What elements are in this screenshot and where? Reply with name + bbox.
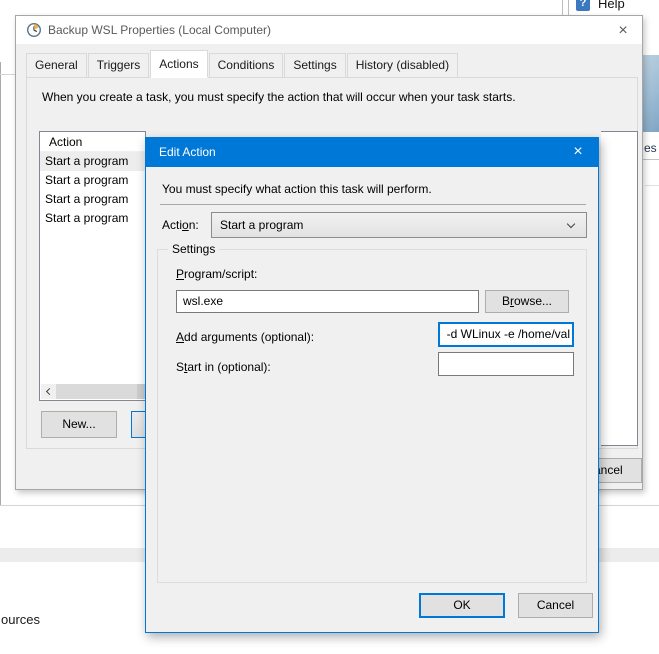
background-pane-border xyxy=(0,62,1,505)
screen: ? Help es ources Backup WSL Properties (… xyxy=(0,0,659,654)
start-in-label: Start in (optional): xyxy=(176,360,271,374)
tab-general[interactable]: General xyxy=(26,53,87,77)
ok-button[interactable]: OK xyxy=(419,593,505,618)
background-separator xyxy=(645,185,659,186)
chevron-down-icon xyxy=(567,220,575,228)
edit-action-titlebar[interactable]: Edit Action × xyxy=(146,138,598,167)
close-button[interactable]: × xyxy=(610,20,636,42)
tab-conditions[interactable]: Conditions xyxy=(209,53,284,77)
label-mnemonic: A xyxy=(176,330,184,344)
label-mnemonic: o xyxy=(182,218,189,232)
help-icon[interactable]: ? xyxy=(576,0,590,11)
label-text: n: xyxy=(189,218,199,232)
add-arguments-field[interactable]: -d WLinux -e /home/val xyxy=(438,322,574,347)
background-action-item-fragment: es xyxy=(644,141,657,155)
label-text: B xyxy=(502,294,510,308)
properties-dialog-title: Backup WSL Properties (Local Computer) xyxy=(48,23,271,37)
tab-history[interactable]: History (disabled) xyxy=(347,53,458,77)
list-item[interactable]: Start a program xyxy=(40,209,145,228)
separator xyxy=(160,204,586,205)
label-text: Acti xyxy=(162,218,182,232)
horizontal-scrollbar[interactable] xyxy=(41,384,145,399)
tab-settings[interactable]: Settings xyxy=(284,53,345,77)
actions-tab-description: When you create a task, you must specify… xyxy=(42,90,622,104)
background-pane-border xyxy=(0,74,15,75)
help-menu-item[interactable]: Help xyxy=(598,0,625,11)
actions-list-right-fragment xyxy=(601,131,638,446)
label-text: dd arguments (optional): xyxy=(184,330,314,344)
properties-titlebar[interactable]: Backup WSL Properties (Local Computer) × xyxy=(16,16,642,44)
program-script-field[interactable]: wsl.exe xyxy=(176,290,479,313)
action-column-header[interactable]: Action xyxy=(40,132,145,152)
close-icon: × xyxy=(573,143,582,160)
start-in-field[interactable] xyxy=(438,352,574,376)
background-pane-divider xyxy=(568,0,569,15)
scroll-left-button[interactable] xyxy=(41,384,56,399)
task-clock-icon xyxy=(26,22,42,38)
label-text: art in (optional): xyxy=(187,360,270,374)
label-text: owse... xyxy=(514,294,552,308)
scroll-left-icon xyxy=(46,388,53,395)
list-item[interactable]: Start a program xyxy=(40,190,145,209)
label-text: rogram/script: xyxy=(184,267,257,281)
new-button[interactable]: New... xyxy=(41,411,117,438)
background-pane-divider xyxy=(562,0,563,15)
close-button[interactable]: × xyxy=(561,138,595,167)
action-dropdown[interactable]: Start a program xyxy=(211,212,587,238)
list-item[interactable]: Start a program xyxy=(40,171,145,190)
program-script-label: Program/script: xyxy=(176,267,257,281)
background-text-fragment: ources xyxy=(1,612,40,627)
settings-group-label: Settings xyxy=(168,242,219,256)
action-dropdown-value: Start a program xyxy=(220,218,303,232)
edit-action-dialog: Edit Action × You must specify what acti… xyxy=(145,137,599,633)
label-text: S xyxy=(176,360,184,374)
close-icon: × xyxy=(618,22,627,39)
tab-strip: General Triggers Actions Conditions Sett… xyxy=(26,53,459,77)
edit-action-description: You must specify what action this task w… xyxy=(162,182,432,196)
list-item[interactable]: Start a program xyxy=(40,152,145,171)
cancel-button[interactable]: Cancel xyxy=(518,593,593,618)
tab-actions[interactable]: Actions xyxy=(150,50,207,78)
actions-list: Action Start a program Start a program S… xyxy=(39,131,146,401)
tab-triggers[interactable]: Triggers xyxy=(88,53,150,77)
label-mnemonic: P xyxy=(176,267,184,281)
add-arguments-label: Add arguments (optional): xyxy=(176,330,314,344)
scrollbar-thumb[interactable] xyxy=(56,384,145,399)
edit-action-title: Edit Action xyxy=(159,145,216,159)
action-dropdown-label: Action: xyxy=(162,218,199,232)
add-arguments-value: -d WLinux -e /home/val xyxy=(447,324,570,345)
browse-button[interactable]: Browse... xyxy=(485,290,569,313)
